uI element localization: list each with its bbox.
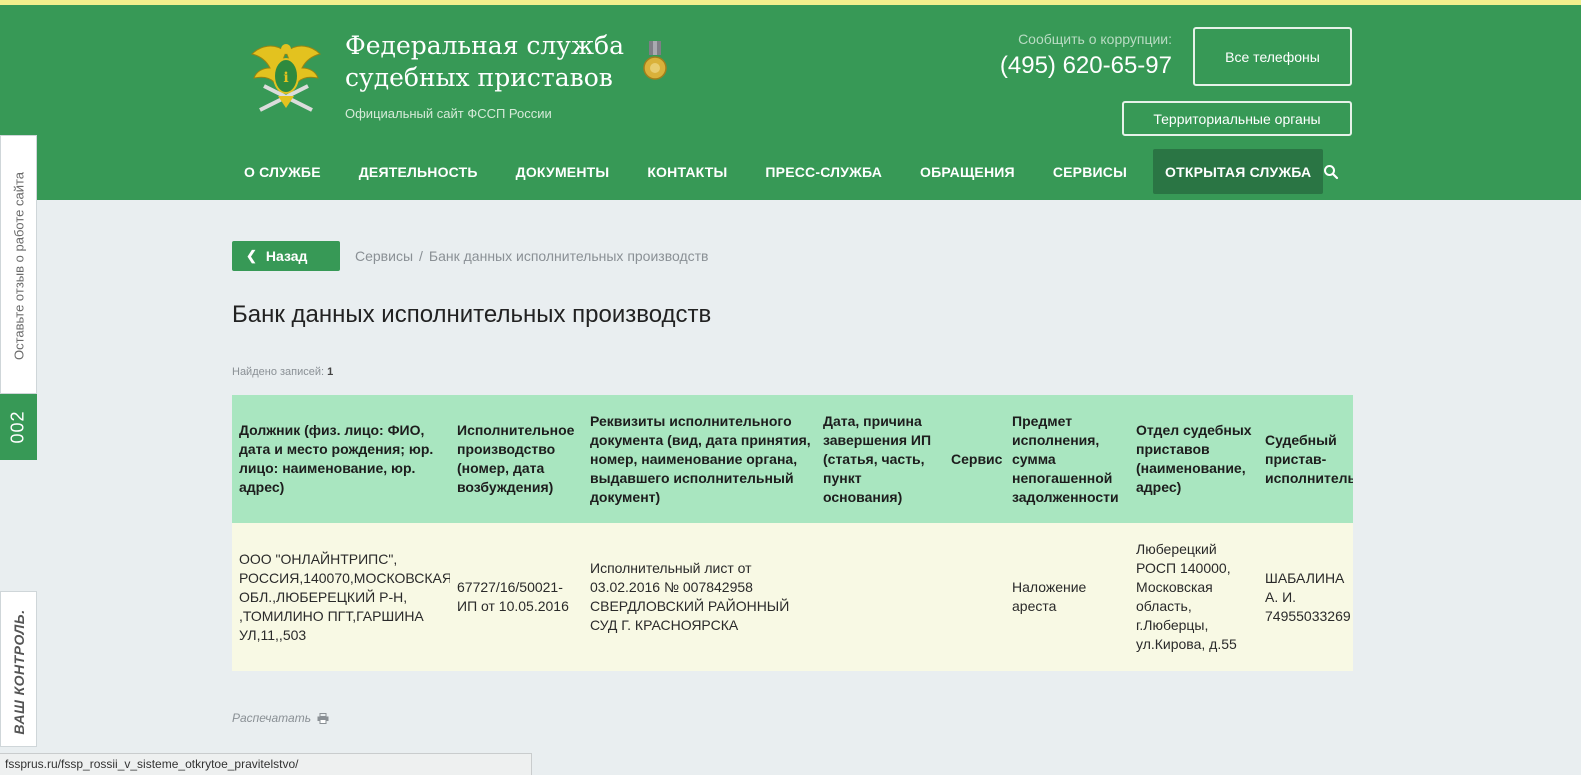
cell-completion [816, 523, 944, 671]
breadcrumb-item-services[interactable]: Сервисы [355, 248, 413, 264]
nav-item-open-service[interactable]: ОТКРЫТАЯ СЛУЖБА [1153, 149, 1324, 194]
column-header-document: Реквизиты исполнительного документа (вид… [583, 395, 816, 523]
nav-item-press[interactable]: ПРЕСС-СЛУЖБА [753, 149, 894, 194]
column-header-bailiff: Судебный пристав-исполнитель [1258, 395, 1353, 523]
status-url: fssprus.ru/fssp_rossii_v_sisteme_otkryto… [5, 757, 299, 771]
cell-department: Люберецкий РОСП 140000, Московская облас… [1129, 523, 1258, 671]
nav-item-activity[interactable]: ДЕЯТЕЛЬНОСТЬ [347, 149, 490, 194]
print-link-label: Распечатать [232, 711, 312, 725]
page-title: Банк данных исполнительных производств [232, 301, 712, 328]
cell-service [944, 523, 1005, 671]
cell-proceeding: 67727/16/50021-ИП от 10.05.2016 [450, 523, 583, 671]
cell-bailiff: ШАБАЛИНА А. И. 74955033269 [1258, 523, 1353, 671]
records-found-count: 1 [327, 366, 334, 378]
main-nav: О СЛУЖБЕ ДЕЯТЕЛЬНОСТЬ ДОКУМЕНТЫ КОНТАКТЫ… [232, 149, 1337, 194]
nav-item-about[interactable]: О СЛУЖБЕ [232, 149, 333, 194]
territorial-bodies-button[interactable]: Территориальные органы [1122, 101, 1352, 136]
cell-subject: Наложение ареста [1005, 523, 1129, 671]
chevron-left-icon: ❮ [246, 248, 257, 263]
nav-item-appeals[interactable]: ОБРАЩЕНИЯ [908, 149, 1027, 194]
nav-item-services[interactable]: СЕРВИСЫ [1041, 149, 1139, 194]
print-link[interactable]: Распечатать [232, 711, 329, 725]
back-button-label: Назад [265, 248, 308, 264]
feedback-side-tab[interactable]: Оставьте отзыв о работе сайта [0, 135, 37, 394]
results-table: Должник (физ. лицо: ФИО, дата и место ро… [232, 395, 1353, 671]
cell-debtor: ООО "ОНЛАЙНТРИПС", РОССИЯ,140070,МОСКОВС… [232, 523, 450, 671]
medal-icon [643, 41, 667, 80]
site-title-line1[interactable]: Федеральная служба [345, 30, 624, 62]
column-header-proceeding: Исполнительное производство (номер, дата… [450, 395, 583, 523]
svg-text:i: i [283, 70, 288, 86]
fssp-emblem-icon[interactable]: i [250, 38, 322, 116]
records-found-label: Найдено записей: [232, 366, 325, 378]
feedback-side-label: Оставьте отзыв о работе сайта [11, 171, 27, 361]
breadcrumb-separator: / [419, 248, 423, 264]
column-header-completion: Дата, причина завершения ИП (статья, час… [816, 395, 944, 523]
column-header-service: Сервис [944, 395, 1005, 523]
printer-icon [317, 712, 329, 724]
column-header-debtor: Должник (физ. лицо: ФИО, дата и место ро… [232, 395, 450, 523]
your-control-side-tab[interactable]: ВАШ КОНТРОЛЬ. [0, 591, 37, 747]
breadcrumb: Сервисы / Банк данных исполнительных произ… [355, 248, 709, 264]
all-phones-button[interactable]: Все телефоны [1193, 27, 1352, 86]
back-button[interactable]: ❮ Назад [232, 241, 340, 271]
corruption-label: Сообщить о коррупции: [1018, 31, 1172, 47]
column-header-subject: Предмет исполнения, сумма непогашенной з… [1005, 395, 1129, 523]
corruption-phone[interactable]: (495) 620-65-97 [1000, 52, 1172, 80]
site-title-line2[interactable]: судебных приставов [345, 62, 624, 94]
nav-item-contacts[interactable]: КОНТАКТЫ [635, 149, 739, 194]
side-badge-002[interactable]: 002 [0, 394, 37, 460]
cell-document: Исполнительный лист от 03.02.2016 № 0078… [583, 523, 816, 671]
breadcrumb-item-current: Банк данных исполнительных производств [428, 248, 709, 264]
site-title[interactable]: Федеральная служба судебных приставов [345, 30, 624, 94]
your-control-label: ВАШ КОНТРОЛЬ. [11, 609, 27, 735]
records-found: Найдено записей: 1 [232, 366, 333, 378]
site-subtitle: Официальный сайт ФССП России [345, 106, 552, 121]
browser-status-bar: fssprus.ru/fssp_rossii_v_sisteme_otkryto… [0, 753, 532, 775]
search-icon[interactable] [1323, 164, 1339, 180]
table-header-row: Должник (физ. лицо: ФИО, дата и место ро… [232, 395, 1353, 523]
side-badge-label: 002 [7, 410, 28, 444]
column-header-department: Отдел судебных приставов (наименование, … [1129, 395, 1258, 523]
table-row: ООО "ОНЛАЙНТРИПС", РОССИЯ,140070,МОСКОВС… [232, 523, 1353, 671]
nav-item-documents[interactable]: ДОКУМЕНТЫ [504, 149, 622, 194]
